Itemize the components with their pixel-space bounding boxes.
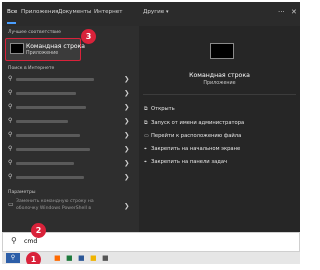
word-app-icon[interactable]: ■ xyxy=(78,253,85,263)
settings-icon: ▭ xyxy=(8,201,14,208)
pin-icon: ⌖ xyxy=(144,159,147,165)
chevron-down-icon: ▾ xyxy=(166,9,169,15)
best-match-subtitle: Приложение xyxy=(26,51,59,56)
best-match-header: Лучшее соответствие xyxy=(8,30,61,35)
chevron-right-icon: ❯ xyxy=(124,75,130,83)
step-badge-3: 3 xyxy=(81,29,96,44)
details-panel: Командная строка Приложение ⧉ Открыть ⧉ … xyxy=(139,26,300,232)
search-icon: ⚲ xyxy=(8,103,13,110)
search-icon: ⚲ xyxy=(8,89,13,96)
best-match-title: Командная строка xyxy=(26,43,85,50)
search-icon: ⚲ xyxy=(8,159,13,166)
details-subtitle: Приложение xyxy=(203,81,236,86)
search-icon: ⚲ xyxy=(8,75,13,82)
excel-app-icon[interactable]: ■ xyxy=(66,253,73,263)
list-item[interactable]: ⚲ ❯ xyxy=(2,101,139,115)
action-open-file-location[interactable]: Перейти к расположению файла xyxy=(151,133,241,139)
action-open[interactable]: Открыть xyxy=(151,106,175,112)
search-icon: ⚲ xyxy=(8,145,13,152)
blurred-text xyxy=(16,120,68,123)
web-search-header: Поиск в Интернете xyxy=(8,66,55,71)
pin-icon: ⌖ xyxy=(144,146,147,152)
file-explorer-icon[interactable]: ■ xyxy=(90,253,97,263)
tab-more-label: Другие xyxy=(143,9,165,15)
settings-item-line1: Заменить командную строку на xyxy=(16,199,94,204)
folder-icon: ▭ xyxy=(144,133,149,139)
start-search-window: Все Приложения Документы Интернет Другие… xyxy=(2,2,300,264)
list-item[interactable]: ⚲ ❯ xyxy=(2,73,139,87)
chevron-right-icon: ❯ xyxy=(124,202,130,210)
blurred-text xyxy=(16,148,90,151)
step-badge-1: 1 xyxy=(26,252,41,264)
divider xyxy=(143,94,296,95)
list-item[interactable]: ⚲ ❯ xyxy=(2,157,139,171)
open-icon: ⧉ xyxy=(144,106,148,112)
chevron-right-icon: ❯ xyxy=(124,117,130,125)
results-list: Лучшее соответствие Командная строка При… xyxy=(2,26,139,232)
settings-item[interactable]: ▭ Заменить командную строку на оболочку … xyxy=(2,197,139,217)
blurred-text xyxy=(16,92,76,95)
search-box[interactable]: ⚲ cmd xyxy=(2,232,300,252)
best-match-item[interactable]: Командная строка Приложение xyxy=(5,38,85,61)
search-icon: ⚲ xyxy=(8,173,13,180)
chevron-right-icon: ❯ xyxy=(124,103,130,111)
blurred-text xyxy=(16,176,84,179)
tab-apps[interactable]: Приложения xyxy=(21,9,59,15)
tab-web[interactable]: Интернет xyxy=(94,9,122,15)
taskbar: ⚲ ■ ■ ■ ■ ■ xyxy=(2,252,300,264)
action-pin-to-start[interactable]: Закрепить на начальном экране xyxy=(151,146,240,152)
tab-documents[interactable]: Документы xyxy=(58,9,91,15)
chevron-right-icon: ❯ xyxy=(124,131,130,139)
search-icon: ⚲ xyxy=(11,236,17,245)
blurred-text xyxy=(16,78,94,81)
cmd-app-icon xyxy=(10,43,24,54)
search-input[interactable]: cmd xyxy=(24,238,37,245)
admin-shield-icon: ⧉ xyxy=(144,120,148,126)
action-pin-to-taskbar[interactable]: Закрепить на панели задач xyxy=(151,159,227,165)
more-options-icon[interactable]: ··· xyxy=(278,8,285,16)
tab-all[interactable]: Все xyxy=(7,9,17,15)
blurred-text xyxy=(16,162,74,165)
chevron-right-icon: ❯ xyxy=(124,159,130,167)
list-item[interactable]: ⚲ ❯ xyxy=(2,115,139,129)
list-item[interactable]: ⚲ ❯ xyxy=(2,171,139,185)
chevron-right-icon: ❯ xyxy=(124,173,130,181)
active-tab-indicator xyxy=(7,22,16,24)
settings-header: Параметры xyxy=(8,190,36,195)
cmd-app-large-icon xyxy=(210,43,234,59)
search-icon: ⚲ xyxy=(8,117,13,124)
action-run-as-admin[interactable]: Запуск от имени администратора xyxy=(151,120,244,126)
blurred-text xyxy=(16,106,86,109)
list-item[interactable]: ⚲ ❯ xyxy=(2,129,139,143)
details-title: Командная строка xyxy=(189,72,250,79)
app-icon[interactable]: ■ xyxy=(102,253,109,263)
list-item[interactable]: ⚲ ❯ xyxy=(2,87,139,101)
search-icon: ⚲ xyxy=(8,131,13,138)
blurred-text xyxy=(16,134,80,137)
list-item[interactable]: ⚲ ❯ xyxy=(2,143,139,157)
close-icon[interactable]: ✕ xyxy=(291,8,297,16)
chevron-right-icon: ❯ xyxy=(124,145,130,153)
search-filter-tabs: Все Приложения Документы Интернет Другие… xyxy=(2,2,300,26)
chevron-right-icon: ❯ xyxy=(124,89,130,97)
settings-item-line2: оболочку Windows PowerShell в xyxy=(16,206,92,211)
step-badge-2: 2 xyxy=(31,223,46,238)
search-taskbar-icon[interactable]: ⚲ xyxy=(6,253,20,263)
office-app-icon[interactable]: ■ xyxy=(54,253,61,263)
tab-more[interactable]: Другие ▾ xyxy=(143,9,169,15)
